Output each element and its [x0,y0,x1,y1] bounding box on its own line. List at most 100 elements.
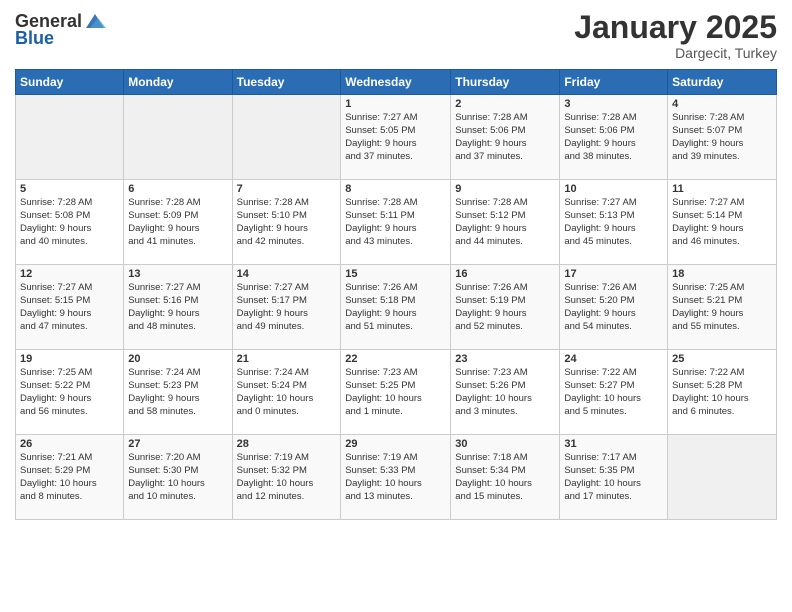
day-number: 18 [672,268,772,280]
cell-content: Sunrise: 7:27 AM Sunset: 5:05 PM Dayligh… [345,112,446,163]
month-title: January 2025 [574,10,777,45]
day-number: 13 [128,268,227,280]
weekday-header-tuesday: Tuesday [232,70,341,95]
day-number: 11 [672,183,772,195]
calendar-cell: 31Sunrise: 7:17 AM Sunset: 5:35 PM Dayli… [560,435,668,520]
calendar-week-row: 5Sunrise: 7:28 AM Sunset: 5:08 PM Daylig… [16,180,777,265]
calendar-cell: 3 Sunrise: 7:28 AM Sunset: 5:06 PM Daylig… [560,95,668,180]
calendar-cell [668,435,777,520]
weekday-header-monday: Monday [124,70,232,95]
cell-content: Sunrise: 7:20 AM Sunset: 5:30 PM Dayligh… [128,452,227,503]
calendar-cell: 16 Sunrise: 7:26 AM Sunset: 5:19 PM Dayli… [451,265,560,350]
day-number: 4 [672,98,772,110]
cell-content: Sunrise: 7:23 AM Sunset: 5:25 PM Dayligh… [345,367,446,418]
day-number: 7 [237,183,337,195]
calendar-cell: 10 Sunrise: 7:27 AM Sunset: 5:13 PM Dayli… [560,180,668,265]
calendar-cell: 25 Sunrise: 7:22 AM Sunset: 5:28 PM Dayli… [668,350,777,435]
calendar-cell: 23Sunrise: 7:23 AM Sunset: 5:26 PM Dayli… [451,350,560,435]
calendar-cell: 11 Sunrise: 7:27 AM Sunset: 5:14 PM Dayli… [668,180,777,265]
cell-content: Sunrise: 7:19 AM Sunset: 5:32 PM Dayligh… [237,452,337,503]
calendar-cell [16,95,124,180]
title-section: January 2025 Dargecit, Turkey [574,10,777,61]
calendar-cell: 7 Sunrise: 7:28 AM Sunset: 5:10 PM Daylig… [232,180,341,265]
day-number: 16 [455,268,555,280]
calendar-table: SundayMondayTuesdayWednesdayThursdayFrid… [15,69,777,520]
cell-content: Sunrise: 7:23 AM Sunset: 5:26 PM Dayligh… [455,367,555,418]
cell-content: Sunrise: 7:27 AM Sunset: 5:17 PM Dayligh… [237,282,337,333]
cell-content: Sunrise: 7:28 AM Sunset: 5:06 PM Dayligh… [564,112,663,163]
weekday-header-wednesday: Wednesday [341,70,451,95]
calendar-cell: 29 Sunrise: 7:19 AM Sunset: 5:33 PM Dayli… [341,435,451,520]
day-number: 21 [237,353,337,365]
calendar-cell: 19 Sunrise: 7:25 AM Sunset: 5:22 PM Dayli… [16,350,124,435]
cell-content: Sunrise: 7:28 AM Sunset: 5:10 PM Dayligh… [237,197,337,248]
cell-content: Sunrise: 7:26 AM Sunset: 5:19 PM Dayligh… [455,282,555,333]
calendar-cell: 9Sunrise: 7:28 AM Sunset: 5:12 PM Daylig… [451,180,560,265]
cell-content: Sunrise: 7:26 AM Sunset: 5:20 PM Dayligh… [564,282,663,333]
logo-icon [84,10,106,32]
calendar-cell: 14 Sunrise: 7:27 AM Sunset: 5:17 PM Dayli… [232,265,341,350]
page: General Blue January 2025 Dargecit, Turk… [0,0,792,612]
cell-content: Sunrise: 7:27 AM Sunset: 5:15 PM Dayligh… [20,282,119,333]
cell-content: Sunrise: 7:26 AM Sunset: 5:18 PM Dayligh… [345,282,446,333]
cell-content: Sunrise: 7:28 AM Sunset: 5:08 PM Dayligh… [20,197,119,248]
cell-content: Sunrise: 7:18 AM Sunset: 5:34 PM Dayligh… [455,452,555,503]
calendar-cell: 26Sunrise: 7:21 AM Sunset: 5:29 PM Dayli… [16,435,124,520]
calendar-cell: 24Sunrise: 7:22 AM Sunset: 5:27 PM Dayli… [560,350,668,435]
calendar-cell: 22 Sunrise: 7:23 AM Sunset: 5:25 PM Dayli… [341,350,451,435]
cell-content: Sunrise: 7:28 AM Sunset: 5:09 PM Dayligh… [128,197,227,248]
cell-content: Sunrise: 7:22 AM Sunset: 5:28 PM Dayligh… [672,367,772,418]
cell-content: Sunrise: 7:25 AM Sunset: 5:22 PM Dayligh… [20,367,119,418]
calendar-cell: 4 Sunrise: 7:28 AM Sunset: 5:07 PM Daylig… [668,95,777,180]
day-number: 8 [345,183,446,195]
calendar-cell: 30 Sunrise: 7:18 AM Sunset: 5:34 PM Dayli… [451,435,560,520]
cell-content: Sunrise: 7:22 AM Sunset: 5:27 PM Dayligh… [564,367,663,418]
day-number: 1 [345,98,446,110]
day-number: 19 [20,353,119,365]
logo-blue-text: Blue [15,28,54,49]
day-number: 17 [564,268,663,280]
calendar-cell: 18 Sunrise: 7:25 AM Sunset: 5:21 PM Dayli… [668,265,777,350]
day-number: 12 [20,268,119,280]
cell-content: Sunrise: 7:27 AM Sunset: 5:13 PM Dayligh… [564,197,663,248]
day-number: 27 [128,438,227,450]
header: General Blue January 2025 Dargecit, Turk… [15,10,777,61]
day-number: 30 [455,438,555,450]
cell-content: Sunrise: 7:28 AM Sunset: 5:11 PM Dayligh… [345,197,446,248]
logo: General Blue [15,10,106,49]
day-number: 10 [564,183,663,195]
weekday-header-sunday: Sunday [16,70,124,95]
day-number: 22 [345,353,446,365]
cell-content: Sunrise: 7:24 AM Sunset: 5:23 PM Dayligh… [128,367,227,418]
day-number: 9 [455,183,555,195]
calendar-cell: 8 Sunrise: 7:28 AM Sunset: 5:11 PM Daylig… [341,180,451,265]
calendar-cell: 2 Sunrise: 7:28 AM Sunset: 5:06 PM Daylig… [451,95,560,180]
calendar-week-row: 12 Sunrise: 7:27 AM Sunset: 5:15 PM Dayli… [16,265,777,350]
calendar-cell: 13Sunrise: 7:27 AM Sunset: 5:16 PM Dayli… [124,265,232,350]
cell-content: Sunrise: 7:19 AM Sunset: 5:33 PM Dayligh… [345,452,446,503]
day-number: 14 [237,268,337,280]
day-number: 25 [672,353,772,365]
cell-content: Sunrise: 7:17 AM Sunset: 5:35 PM Dayligh… [564,452,663,503]
cell-content: Sunrise: 7:25 AM Sunset: 5:21 PM Dayligh… [672,282,772,333]
cell-content: Sunrise: 7:28 AM Sunset: 5:07 PM Dayligh… [672,112,772,163]
day-number: 2 [455,98,555,110]
calendar-cell [124,95,232,180]
cell-content: Sunrise: 7:28 AM Sunset: 5:06 PM Dayligh… [455,112,555,163]
day-number: 26 [20,438,119,450]
location: Dargecit, Turkey [574,45,777,61]
cell-content: Sunrise: 7:27 AM Sunset: 5:14 PM Dayligh… [672,197,772,248]
calendar-cell: 6Sunrise: 7:28 AM Sunset: 5:09 PM Daylig… [124,180,232,265]
day-number: 15 [345,268,446,280]
weekday-header-saturday: Saturday [668,70,777,95]
calendar-cell: 27 Sunrise: 7:20 AM Sunset: 5:30 PM Dayli… [124,435,232,520]
day-number: 20 [128,353,227,365]
day-number: 3 [564,98,663,110]
calendar-cell: 17 Sunrise: 7:26 AM Sunset: 5:20 PM Dayli… [560,265,668,350]
weekday-header-thursday: Thursday [451,70,560,95]
day-number: 29 [345,438,446,450]
day-number: 28 [237,438,337,450]
calendar-cell: 21Sunrise: 7:24 AM Sunset: 5:24 PM Dayli… [232,350,341,435]
weekday-header-row: SundayMondayTuesdayWednesdayThursdayFrid… [16,70,777,95]
calendar-cell [232,95,341,180]
